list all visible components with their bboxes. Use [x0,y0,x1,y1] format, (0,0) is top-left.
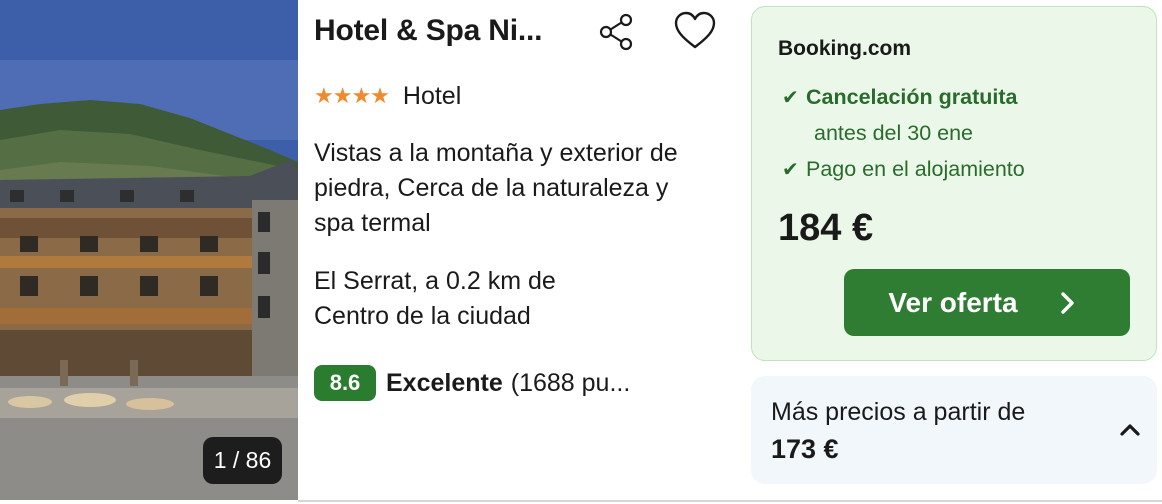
location-line-1: El Serrat, a 0.2 km de [314,267,556,295]
more-prices-price: 173 € [771,434,839,464]
hotel-location: El Serrat, a 0.2 km de Centro de la ciud… [314,264,714,334]
heart-icon [674,11,716,49]
hotel-photo-image [0,0,298,500]
favorite-button[interactable] [671,8,719,54]
check-icon: ✔ [782,159,799,181]
star-rating-row: ★★★★ Hotel [314,80,461,112]
pay-at-property: ✔ Pago en el alojamiento [782,157,1025,182]
more-prices-toggle[interactable]: Más precios a partir de 173 € [751,376,1157,484]
offer-card[interactable]: Booking.com ✔ Cancelación gratuita antes… [751,6,1157,361]
hotel-photo[interactable]: 1 / 86 [0,0,298,500]
review-count: (1688 pu... [510,368,631,397]
star-rating: ★★★★ [314,83,390,108]
review-summary[interactable]: 8.6 Excelente (1688 pu... [314,364,630,402]
photo-counter: 1 / 86 [203,437,282,484]
hotel-description: Vistas a la montaña y exterior de piedra… [314,139,678,237]
chevron-right-icon [1060,291,1076,315]
more-prices-label: Más precios a partir de [771,398,1026,426]
offer-provider: Booking.com [778,37,912,60]
free-cancellation-deadline: antes del 30 ene [814,121,973,145]
hotel-type: Hotel [402,81,462,110]
share-icon [599,13,633,51]
share-button[interactable] [595,10,639,54]
view-offer-button[interactable]: Ver oferta [844,269,1130,336]
review-score-word: Excelente [386,368,503,397]
hotel-details: Hotel & Spa Ni... ★★★★ Hotel Vistas a la… [314,0,724,500]
chevron-up-icon [1120,424,1140,436]
check-icon: ✔ [782,87,799,109]
free-cancellation: ✔ Cancelación gratuita [782,85,1017,110]
hotel-title[interactable]: Hotel & Spa Ni... [314,14,542,48]
location-line-2: Centro de la ciudad [314,302,531,330]
pay-at-property-label: Pago en el alojamiento [806,157,1025,181]
divider [298,500,1162,502]
free-cancellation-label: Cancelación gratuita [806,85,1018,109]
review-score-badge: 8.6 [314,365,376,401]
view-offer-label: Ver oferta [888,286,1018,318]
offer-price: 184 € [778,207,874,249]
